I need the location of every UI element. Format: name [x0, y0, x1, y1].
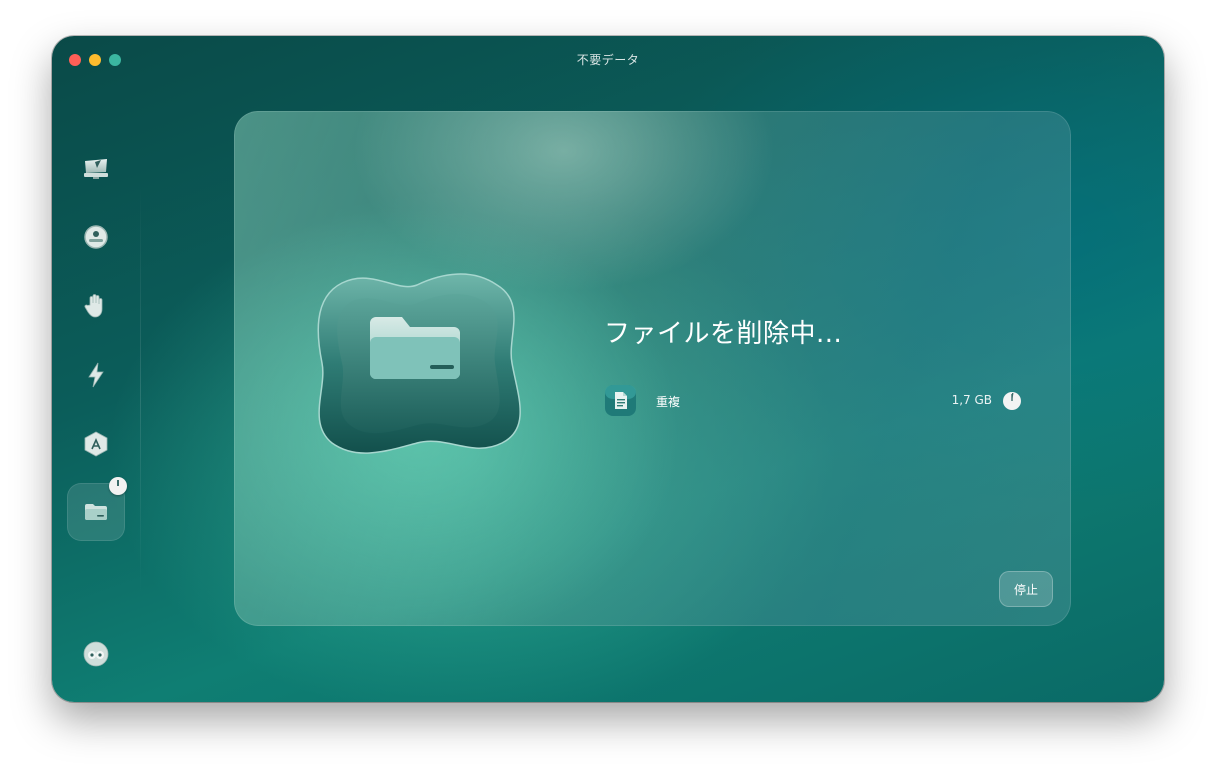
progress-indicator-icon [109, 477, 127, 495]
shield-disc-icon [84, 225, 108, 249]
sidebar-divider [140, 186, 141, 596]
document-icon [605, 385, 636, 416]
page-title: ファイルを削除中... [604, 319, 843, 349]
sidebar [52, 136, 142, 696]
sidebar-item-smart-scan[interactable] [67, 139, 125, 197]
list-item: 重複 1,7 GB [604, 383, 1022, 419]
monitor-icon [84, 159, 108, 179]
app-window: 不要データ ファイルを削除中... 重複 1,7 GB 停止 [52, 36, 1164, 702]
stop-button[interactable]: 停止 [999, 571, 1053, 607]
app-store-icon [84, 431, 108, 457]
hero-folder-illustration [302, 263, 532, 463]
window-title: 不要データ [576, 53, 640, 67]
lightning-icon [88, 362, 104, 388]
hand-icon [84, 294, 103, 318]
sidebar-item-clutter[interactable] [67, 477, 127, 541]
sidebar-item-privacy[interactable] [67, 277, 125, 335]
sidebar-item-applications[interactable] [67, 415, 125, 473]
task-name: 重複 [656, 395, 681, 409]
title-bar: 不要データ [52, 36, 1164, 82]
folder-icon [85, 504, 107, 520]
progress-indicator-icon [1003, 392, 1021, 410]
sidebar-item-performance[interactable] [67, 346, 125, 404]
folder-icon [317, 273, 521, 454]
assistant-icon [83, 641, 109, 667]
sidebar-item-protection[interactable] [67, 208, 125, 266]
task-size: 1,7 GB [951, 393, 992, 407]
main-panel: ファイルを削除中... 重複 1,7 GB 停止 [234, 111, 1071, 626]
sidebar-item-assistant[interactable] [67, 625, 125, 683]
